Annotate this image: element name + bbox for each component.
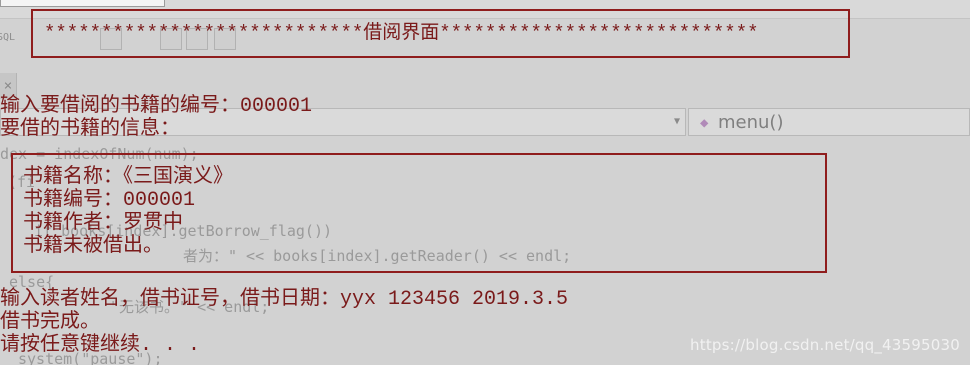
- book-id-line: 书籍编号：000001: [23, 189, 196, 212]
- console-title: ****************************借阅界面********…: [44, 22, 759, 44]
- book-info-header: 要借的书籍的信息：: [0, 118, 180, 141]
- console-output: ****************************借阅界面********…: [0, 0, 970, 365]
- press-any-key-prompt: 请按任意键继续. . .: [0, 334, 201, 357]
- book-status-line: 书籍未被借出。: [23, 235, 163, 258]
- book-id-prompt: 输入要借阅的书籍的编号：000001: [0, 95, 313, 118]
- csdn-watermark: https://blog.csdn.net/qq_43595030: [690, 336, 960, 354]
- book-name-line: 书籍名称：《三国演义》: [23, 166, 233, 189]
- borrow-done-message: 借书完成。: [0, 311, 100, 334]
- book-author-line: 书籍作者：罗贯中: [23, 212, 183, 235]
- reader-info-prompt: 输入读者姓名，借书证号，借书日期：yyx 123456 2019.3.5: [0, 288, 569, 311]
